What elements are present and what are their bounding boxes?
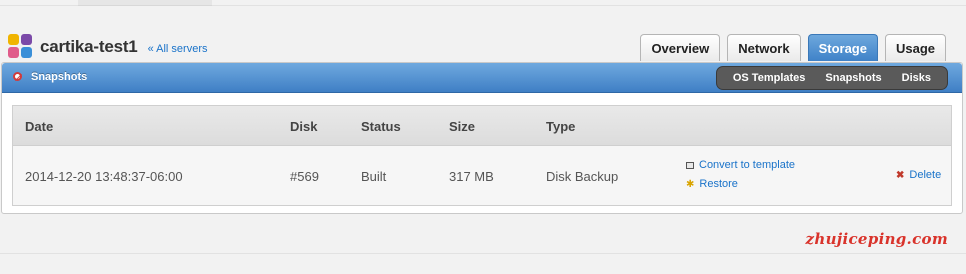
- tab-storage[interactable]: Storage: [807, 34, 878, 61]
- column-header-disk: Disk: [290, 119, 318, 134]
- snapshot-size: 317 MB: [449, 169, 494, 184]
- column-header-type: Type: [546, 119, 576, 134]
- server-header: cartika-test1 « All servers: [8, 34, 208, 60]
- top-tab-strip: [78, 0, 212, 6]
- server-title: cartika-test1: [40, 37, 138, 56]
- server-logo-icon: [8, 34, 34, 60]
- storage-subnav: OS Templates Snapshots Disks: [715, 66, 948, 90]
- subnav-disks[interactable]: Disks: [892, 72, 941, 84]
- delete-link[interactable]: ✖ Delete: [896, 169, 941, 181]
- snapshots-table: Date Disk Status Size Type 2014-12-20 13…: [12, 105, 952, 206]
- column-header-status: Status: [361, 119, 401, 134]
- panel-title: Snapshots: [31, 71, 88, 83]
- delete-label: Delete: [909, 169, 942, 181]
- subnav-os-templates[interactable]: OS Templates: [723, 72, 816, 84]
- restore-label: Restore: [699, 178, 738, 190]
- convert-to-template-link[interactable]: Convert to template: [686, 159, 795, 171]
- snapshot-disk: #569: [290, 169, 319, 184]
- column-header-date: Date: [25, 119, 54, 134]
- restore-star-icon: ✱: [686, 178, 695, 190]
- delete-x-icon: ✖: [896, 169, 905, 181]
- bottom-divider: [0, 253, 966, 254]
- table-row: 2014-12-20 13:48:37-06:00 #569 Built 317…: [13, 146, 951, 205]
- restore-link[interactable]: ✱ Restore: [686, 178, 738, 190]
- snapshot-icon: [13, 72, 22, 81]
- column-header-size: Size: [449, 119, 476, 134]
- table-header: Date Disk Status Size Type: [13, 106, 951, 146]
- snapshot-type: Disk Backup: [546, 169, 619, 184]
- all-servers-link[interactable]: « All servers: [148, 43, 208, 55]
- tab-usage[interactable]: Usage: [884, 34, 946, 61]
- snapshot-status: Built: [361, 169, 387, 184]
- main-tabs: Overview Network Storage Usage: [640, 34, 946, 61]
- watermark: zhujiceping.com: [805, 230, 948, 248]
- snapshot-date: 2014-12-20 13:48:37-06:00: [25, 169, 183, 184]
- panel-header: Snapshots OS Templates Snapshots Disks: [2, 63, 962, 93]
- template-icon: [686, 161, 694, 169]
- snapshots-panel: Snapshots OS Templates Snapshots Disks D…: [1, 62, 963, 214]
- tab-overview[interactable]: Overview: [640, 34, 721, 61]
- subnav-snapshots[interactable]: Snapshots: [815, 72, 891, 84]
- tab-network[interactable]: Network: [727, 34, 801, 61]
- convert-to-template-label: Convert to template: [699, 159, 795, 171]
